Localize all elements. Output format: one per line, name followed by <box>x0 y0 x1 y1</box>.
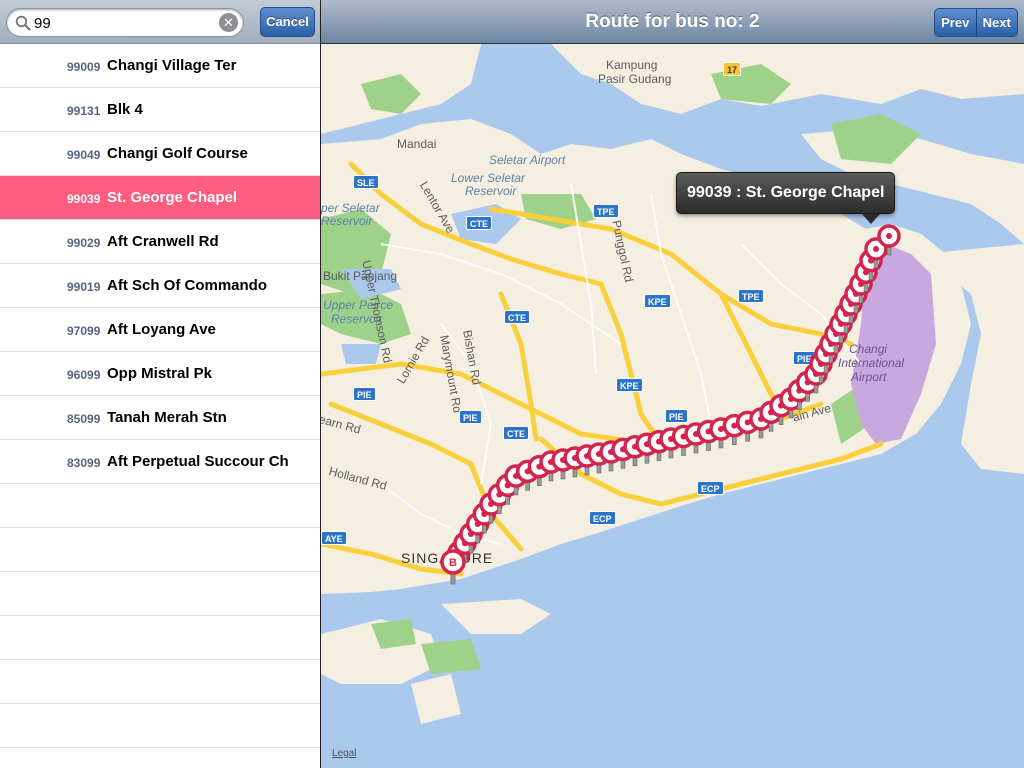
stop-code: 99009 <box>67 60 101 74</box>
callout-pointer <box>862 214 880 224</box>
stop-callout[interactable]: 99039 : St. George Chapel <box>676 172 896 214</box>
empty-row <box>0 528 320 572</box>
empty-row <box>0 704 320 748</box>
prev-next-control: Prev Next <box>934 8 1018 37</box>
stop-name: St. George Chapel <box>107 189 238 206</box>
list-item-selected[interactable]: 99039 St. George Chapel <box>0 176 320 220</box>
stop-code: 97099 <box>67 324 101 338</box>
search-icon <box>15 15 31 31</box>
empty-row <box>0 616 320 660</box>
route-map[interactable]: Kampung Pasir Gudang Mandai Seletar Airp… <box>321 44 1024 768</box>
stop-name: Changi Golf Course <box>107 145 248 162</box>
clear-icon[interactable]: ✕ <box>219 13 238 32</box>
stop-name: Tanah Merah Stn <box>107 409 227 426</box>
search-field[interactable]: ✕ <box>6 8 244 37</box>
prev-button[interactable]: Prev <box>935 9 976 36</box>
empty-row <box>0 572 320 616</box>
start-pin[interactable]: B <box>440 549 466 585</box>
stop-code: 96099 <box>67 368 101 382</box>
next-button[interactable]: Next <box>977 9 1018 36</box>
search-bar: ✕ Cancel <box>0 0 320 44</box>
stop-code: 99019 <box>67 280 101 294</box>
route-map-panel: Route for bus no: 2 Prev Next Kampung Pa… <box>321 0 1024 768</box>
stop-code: 99049 <box>67 148 101 162</box>
list-item[interactable]: 99049 Changi Golf Course <box>0 132 320 176</box>
cancel-button[interactable]: Cancel <box>260 7 315 37</box>
stop-name: Opp Mistral Pk <box>107 365 213 382</box>
stop-code: 99131 <box>67 104 101 118</box>
start-pin-label: B <box>449 557 457 569</box>
empty-row <box>0 484 320 528</box>
stop-code: 83099 <box>67 456 101 470</box>
legal-link[interactable]: Legal <box>332 748 356 759</box>
stop-name: Aft Cranwell Rd <box>107 233 219 250</box>
stop-name: Aft Perpetual Succour Ch <box>107 453 289 470</box>
stop-code: 99039 <box>67 192 101 206</box>
stop-code: 85099 <box>67 412 101 426</box>
search-input[interactable] <box>34 13 214 33</box>
stop-name: Aft Sch Of Commando <box>107 277 267 294</box>
nav-bar: Route for bus no: 2 Prev Next <box>321 0 1024 44</box>
page-title: Route for bus no: 2 <box>585 11 760 32</box>
list-item[interactable]: 99009 Changi Village Ter <box>0 44 320 88</box>
empty-row <box>0 660 320 704</box>
list-item[interactable]: 99029 Aft Cranwell Rd <box>0 220 320 264</box>
stop-search-panel: ✕ Cancel 99009 Changi Village Ter 99131 Bl… <box>0 0 320 768</box>
list-item[interactable]: 99019 Aft Sch Of Commando <box>0 264 320 308</box>
route-pins: B <box>440 224 901 585</box>
stop-name: Changi Village Ter <box>107 57 237 74</box>
list-item[interactable]: 96099 Opp Mistral Pk <box>0 352 320 396</box>
list-item[interactable]: 97099 Aft Loyang Ave <box>0 308 320 352</box>
list-item[interactable]: 83099 Aft Perpetual Succour Ch <box>0 440 320 484</box>
stop-name: Aft Loyang Ave <box>107 321 216 338</box>
list-item[interactable]: 85099 Tanah Merah Stn <box>0 396 320 440</box>
list-item[interactable]: 99131 Blk 4 <box>0 88 320 132</box>
stop-code: 99029 <box>67 236 101 250</box>
stop-name: Blk 4 <box>107 101 143 118</box>
stop-list: 99009 Changi Village Ter 99131 Blk 4 99049… <box>0 44 320 748</box>
